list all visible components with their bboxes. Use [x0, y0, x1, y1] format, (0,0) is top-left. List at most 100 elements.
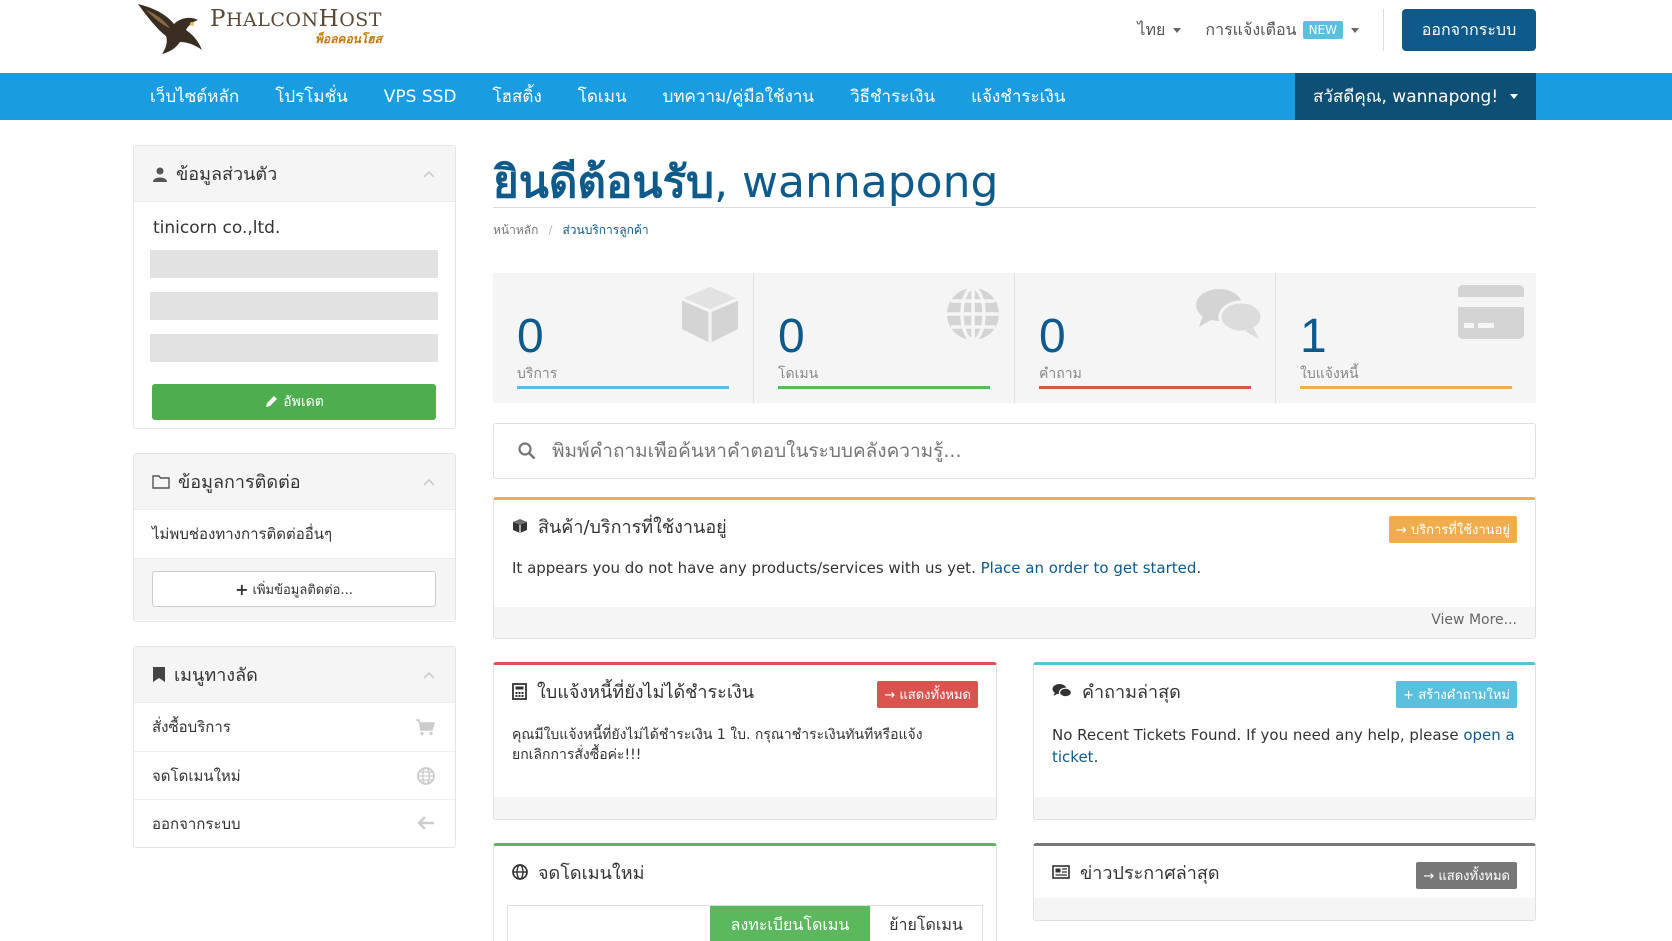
notifications-dropdown[interactable]: การแจ้งเตือน NEW: [1205, 18, 1359, 43]
nav-item-hosting[interactable]: โฮสติ้ง: [475, 83, 560, 110]
search-icon: [518, 442, 536, 460]
language-dropdown[interactable]: ไทย: [1137, 18, 1182, 43]
active-products-card: สินค้า/บริการที่ใช้งานอยู่ → บริการที่ใช…: [493, 497, 1536, 639]
stat-underline: [1039, 386, 1251, 389]
shortcut-label: จดโดเมนใหม่: [152, 766, 241, 785]
chevron-up-icon[interactable]: [423, 168, 435, 180]
brand-logo[interactable]: PHALCONHOST พ็อลคอนโฮส: [136, 0, 382, 58]
view-all-news-button[interactable]: → แสดงทั้งหมด: [1416, 862, 1517, 889]
caret-down-icon: [1510, 94, 1519, 99]
profile-panel: ข้อมูลส่วนตัว tinicorn co.,ltd. อัพเดต: [133, 145, 456, 429]
active-services-button[interactable]: → บริการที่ใช้งานอยู่: [1388, 516, 1517, 543]
shortcuts-panel: เมนูทางลัด สั่งซื้อบริการ จดโดเมนใหม่ ออ…: [133, 646, 456, 848]
bookmark-icon: [153, 667, 165, 682]
nav-item-payment-methods[interactable]: วิธีชำระเงิน: [832, 83, 953, 110]
domain-input[interactable]: [508, 906, 710, 941]
card-title: จดโดเมนใหม่: [538, 862, 645, 884]
transfer-domain-button[interactable]: ย้ายโดเมน: [870, 906, 982, 941]
nav-item-promotions[interactable]: โปรโมชั่น: [257, 83, 366, 110]
stat-tickets[interactable]: 0 คำถาม: [1015, 273, 1276, 403]
language-label: ไทย: [1137, 19, 1166, 39]
stat-underline: [517, 386, 729, 389]
unpaid-invoices-card: ใบแจ้งหนี้ที่ยังไม่ได้ชำระเงิน → แสดงทั้…: [493, 662, 997, 820]
shortcut-order-services[interactable]: สั่งซื้อบริการ: [134, 703, 455, 751]
card-footer: [494, 797, 996, 819]
register-domain-card: จดโดเมนใหม่ ลงทะเบียนโดเมน ย้ายโดเมน: [493, 843, 997, 941]
nav-item-vps-ssd[interactable]: VPS SSD: [366, 87, 475, 107]
nav-item-articles[interactable]: บทความ/คู่มือใช้งาน: [645, 83, 833, 110]
stats-tiles: 0 บริการ 0 โดเมน 0 คำถาม 1 ใบแจ้งหนี้: [493, 273, 1536, 403]
caret-down-icon: [1351, 27, 1359, 33]
card-footer: [1034, 898, 1535, 920]
invoices-text: คุณมีใบแจ้งหนี้ที่ยังไม่ได้ชำระเงิน 1 ใบ…: [512, 727, 923, 764]
new-ticket-button[interactable]: + สร้างคำถามใหม่: [1396, 681, 1517, 708]
view-all-invoices-button[interactable]: → แสดงทั้งหมด: [877, 681, 978, 708]
view-more-link[interactable]: View More...: [494, 607, 1535, 638]
breadcrumb-home[interactable]: หน้าหลัก: [493, 223, 538, 237]
register-domain-button[interactable]: ลงทะเบียนโดเมน: [710, 906, 870, 941]
shortcut-logout[interactable]: ออกจากระบบ: [134, 799, 455, 847]
update-profile-button[interactable]: อัพเดต: [152, 384, 436, 420]
cube-icon: [681, 287, 739, 343]
card-title: สินค้า/บริการที่ใช้งานอยู่: [538, 516, 727, 538]
stat-underline: [1300, 386, 1512, 389]
calculator-icon: [512, 682, 527, 700]
chevron-up-icon[interactable]: [423, 669, 435, 681]
card-body: It appears you do not have any products/…: [512, 559, 1202, 577]
card-header: คำถามล่าสุด + สร้างคำถามใหม่: [1034, 665, 1535, 717]
shortcuts-panel-header[interactable]: เมนูทางลัด: [134, 647, 455, 703]
nav-item-domains[interactable]: โดเมน: [560, 83, 645, 110]
shortcut-label: สั่งซื้อบริการ: [152, 718, 231, 736]
products-empty-text: It appears you do not have any products/…: [512, 559, 981, 577]
notifications-label: การแจ้งเตือน: [1205, 19, 1297, 39]
comments-icon: [1052, 684, 1072, 698]
card-title: คำถามล่าสุด: [1082, 681, 1181, 703]
profile-panel-header[interactable]: ข้อมูลส่วนตัว: [134, 146, 455, 202]
search-input[interactable]: [552, 440, 1452, 462]
credit-card-icon: [1458, 285, 1524, 339]
redacted-field: [150, 334, 438, 362]
comments-icon: [1196, 289, 1263, 339]
contacts-panel: ข้อมูลการติดต่อ ไม่พบช่องทางการติดต่ออื่…: [133, 453, 456, 622]
logout-button[interactable]: ออกจากระบบ: [1402, 9, 1536, 51]
card-header: ใบแจ้งหนี้ที่ยังไม่ได้ชำระเงิน → แสดงทั้…: [494, 665, 996, 717]
caret-down-icon: [1173, 27, 1182, 33]
folder-icon: [152, 475, 170, 489]
card-header: ข่าวประกาศล่าสุด → แสดงทั้งหมด: [1034, 846, 1535, 898]
redacted-field: [150, 292, 438, 320]
card-header: สินค้า/บริการที่ใช้งานอยู่ → บริการที่ใช…: [494, 500, 1535, 552]
contacts-panel-header[interactable]: ข้อมูลการติดต่อ: [134, 454, 455, 510]
stat-domains[interactable]: 0 โดเมน: [754, 273, 1015, 403]
tickets-empty-text: No Recent Tickets Found. If you need any…: [1052, 726, 1464, 744]
breadcrumb-current: ส่วนบริการลูกค้า: [562, 223, 649, 237]
add-contact-label: เพิ่มข้อมูลติดต่อ...: [252, 582, 353, 598]
new-badge: NEW: [1302, 21, 1343, 39]
stat-invoices[interactable]: 1 ใบแจ้งหนี้: [1276, 273, 1536, 403]
user-menu-dropdown[interactable]: สวัสดีคุณ, wannapong!: [1295, 73, 1536, 120]
place-order-link[interactable]: Place an order to get started: [981, 559, 1197, 577]
add-contact-button[interactable]: + เพิ่มข้อมูลติดต่อ...: [152, 571, 436, 607]
nav-item-payment-notify[interactable]: แจ้งชำระเงิน: [953, 83, 1083, 110]
stat-underline: [778, 386, 990, 389]
stat-value: 0: [517, 310, 544, 363]
falcon-logo-icon: [138, 4, 202, 54]
nav-item-main-site[interactable]: เว็บไซต์หลัก: [132, 83, 257, 110]
user-icon: [153, 167, 167, 182]
user-greeting: สวัสดีคุณ, wannapong!: [1313, 87, 1499, 107]
knowledgebase-search[interactable]: [493, 423, 1536, 479]
contacts-empty-text: ไม่พบช่องทางการติดต่ออื่นๆ: [152, 525, 333, 543]
breadcrumb: หน้าหลัก / ส่วนบริการลูกค้า: [493, 221, 649, 240]
contacts-panel-title: ข้อมูลการติดต่อ: [178, 472, 301, 493]
stat-services[interactable]: 0 บริการ: [493, 273, 754, 403]
recent-tickets-card: คำถามล่าสุด + สร้างคำถามใหม่ No Recent T…: [1033, 662, 1536, 820]
main-navbar: เว็บไซต์หลัก โปรโมชั่น VPS SSD โฮสติ้ง โ…: [0, 73, 1672, 120]
profile-panel-title: ข้อมูลส่วนตัว: [176, 164, 278, 185]
breadcrumb-separator: /: [548, 223, 553, 237]
shortcut-register-domain[interactable]: จดโดเมนใหม่: [134, 751, 455, 799]
redacted-field: [150, 250, 438, 278]
shortcuts-panel-title: เมนูทางลัด: [174, 665, 258, 686]
stat-label: โดเมน: [778, 366, 819, 382]
domain-search-tabs: ลงทะเบียนโดเมน ย้ายโดเมน: [507, 905, 983, 941]
chevron-up-icon[interactable]: [423, 476, 435, 488]
globe-icon: [947, 286, 999, 342]
